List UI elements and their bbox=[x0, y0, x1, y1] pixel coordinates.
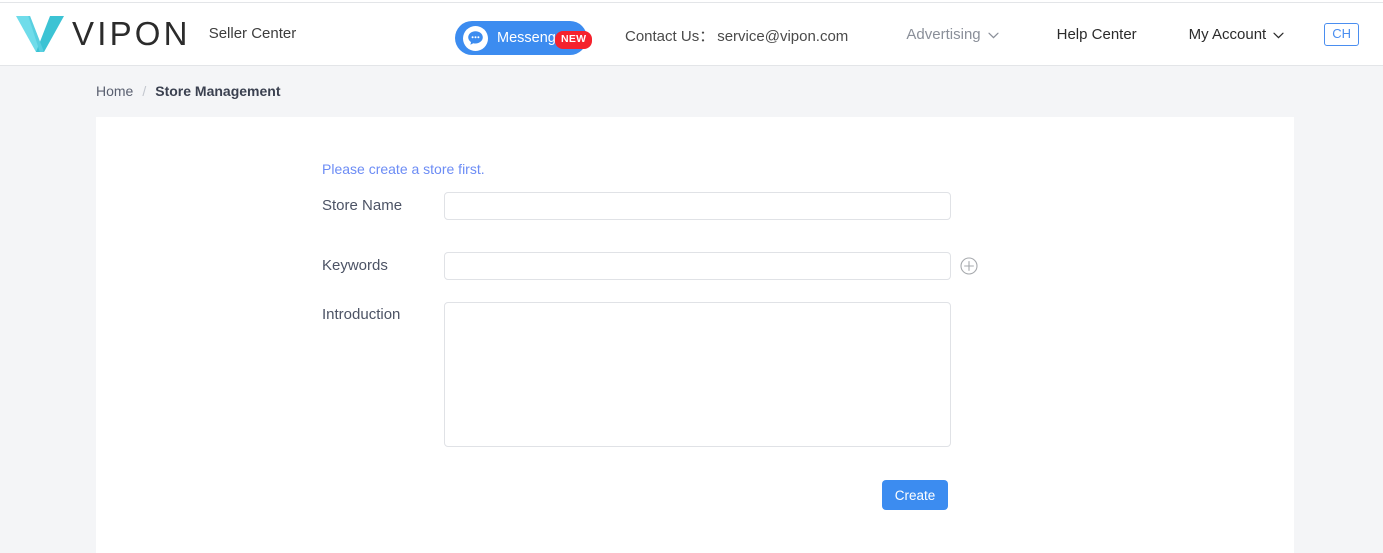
breadcrumb: Home / Store Management bbox=[96, 83, 281, 99]
form-row-keywords: Keywords bbox=[322, 252, 978, 280]
plus-circle-icon[interactable] bbox=[960, 257, 978, 275]
vipon-v-logo-icon bbox=[14, 12, 66, 56]
contact-us: Contact Us： service@vipon.com bbox=[625, 25, 848, 46]
introduction-label: Introduction bbox=[322, 306, 401, 323]
nav-item-my-account-label: My Account bbox=[1188, 26, 1267, 43]
keywords-input[interactable] bbox=[444, 252, 951, 280]
create-store-notice: Please create a store first. bbox=[322, 161, 485, 177]
nav-item-help-center-label: Help Center bbox=[1056, 26, 1137, 43]
contact-us-email[interactable]: service@vipon.com bbox=[717, 28, 848, 45]
messenger-button[interactable]: Messenger NEW bbox=[455, 21, 593, 55]
create-button[interactable]: Create bbox=[882, 480, 948, 510]
store-name-input[interactable] bbox=[444, 192, 951, 220]
nav-item-help-center[interactable]: Help Center bbox=[1057, 26, 1137, 43]
contact-us-label: Contact Us： bbox=[625, 28, 715, 45]
nav-item-advertising-label: Advertising bbox=[906, 26, 981, 43]
messenger-new-badge: NEW bbox=[555, 31, 593, 49]
language-switch-button[interactable]: CH bbox=[1324, 22, 1359, 47]
breadcrumb-home[interactable]: Home bbox=[96, 83, 133, 99]
chevron-down-icon bbox=[1273, 26, 1284, 43]
breadcrumb-current: Store Management bbox=[155, 83, 281, 99]
brand-logo[interactable]: VIPON Seller Center bbox=[14, 12, 296, 56]
store-management-card: Please create a store first. Store Name … bbox=[96, 117, 1294, 553]
site-header: VIPON Seller Center Messenger NEW Contac… bbox=[0, 3, 1383, 66]
introduction-textarea[interactable] bbox=[444, 302, 951, 447]
nav-item-my-account[interactable]: My Account bbox=[1189, 26, 1285, 43]
store-name-label: Store Name bbox=[322, 197, 403, 214]
breadcrumb-separator: / bbox=[142, 83, 147, 99]
form-row-store-name: Store Name bbox=[322, 192, 951, 220]
keywords-label: Keywords bbox=[322, 257, 388, 274]
header-nav: Advertising Help Center My Account CH bbox=[906, 3, 1383, 66]
brand-wordmark: VIPON bbox=[72, 15, 191, 52]
form-row-submit: Create bbox=[882, 480, 948, 510]
nav-item-advertising[interactable]: Advertising bbox=[906, 26, 999, 43]
form-row-introduction: Introduction bbox=[322, 302, 951, 447]
chat-bubble-icon bbox=[463, 25, 488, 51]
chevron-down-icon bbox=[988, 26, 999, 43]
seller-center-label: Seller Center bbox=[208, 25, 297, 42]
